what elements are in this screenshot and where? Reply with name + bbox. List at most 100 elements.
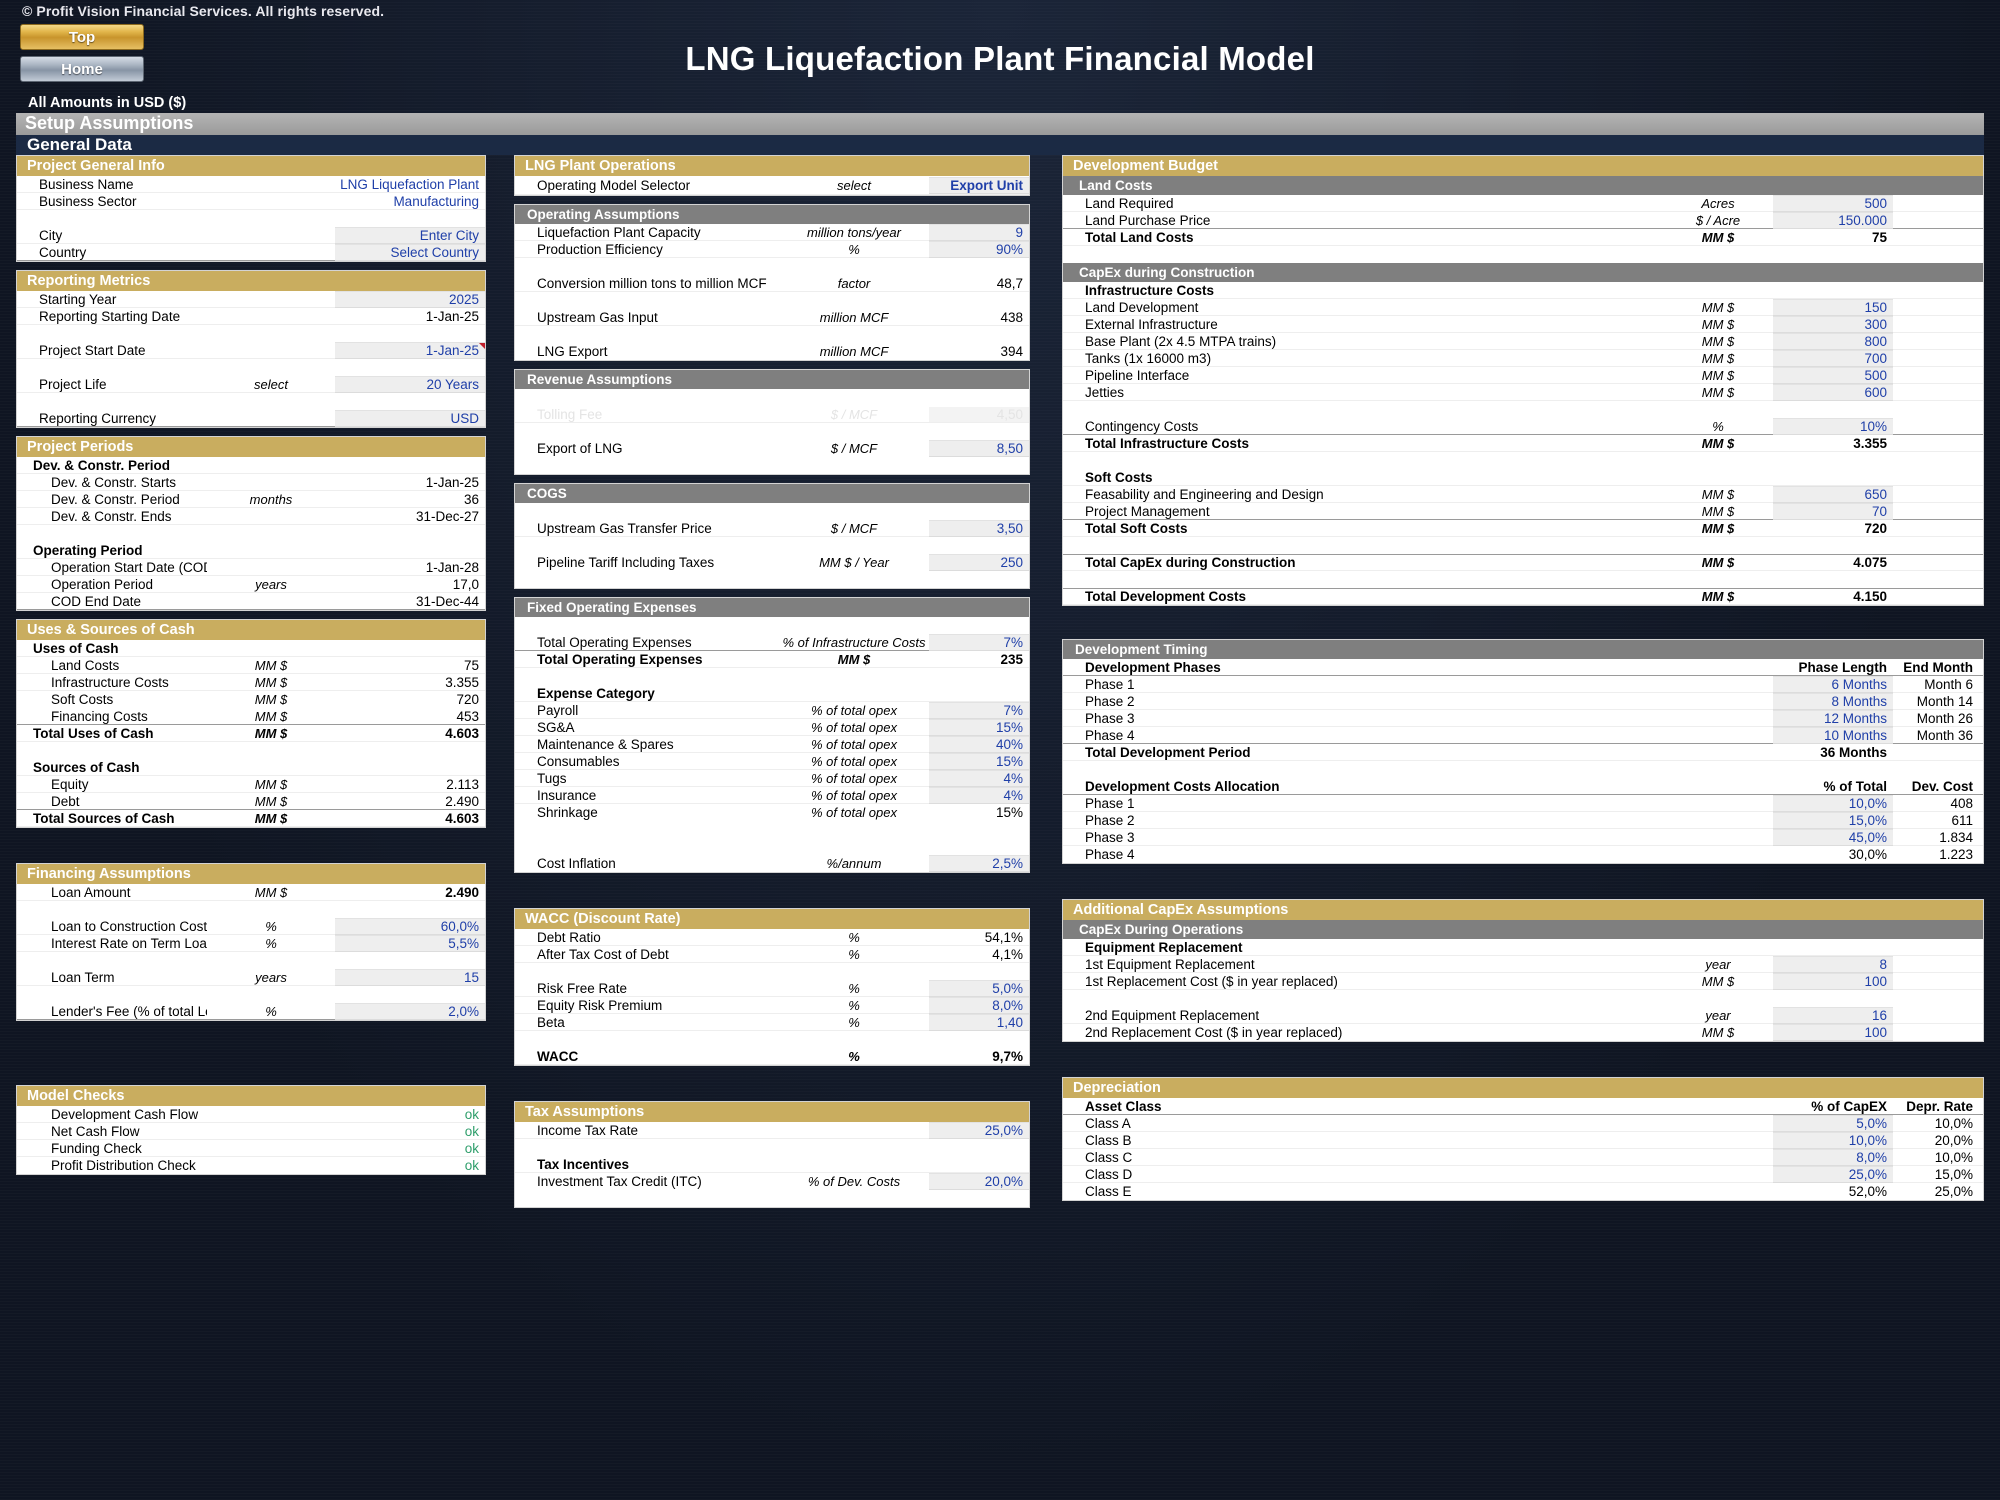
base-plant-input[interactable]: 800 — [1773, 333, 1893, 350]
starting-year-input[interactable]: 2025 — [335, 291, 485, 308]
row-unit: years — [207, 970, 335, 985]
plant-capacity-input[interactable]: 9 — [929, 224, 1029, 241]
row-label: Dev. & Constr. Starts — [17, 475, 207, 490]
row-label: Consumables — [515, 754, 779, 769]
phase3-length-input[interactable]: 12 Months — [1773, 710, 1893, 727]
project-life-select[interactable]: 20 Years — [335, 376, 485, 393]
operating-model-selector[interactable]: Export Unit — [929, 177, 1029, 194]
section-header: Operating Assumptions — [515, 205, 1029, 224]
class-a-rate[interactable]: 10,0% — [1893, 1116, 1983, 1131]
table-row: Upstream Gas Input million MCF 438 — [515, 309, 1029, 326]
table-row: Land Purchase Price $ / Acre 150.000 — [1063, 212, 1983, 229]
table-row: Country Select Country — [17, 244, 485, 261]
gas-transfer-price-input[interactable]: 3,50 — [929, 520, 1029, 537]
section-header: Revenue Assumptions — [515, 370, 1029, 389]
phase1-length-input[interactable]: 6 Months — [1773, 676, 1893, 693]
phase2-pct-input[interactable]: 15,0% — [1773, 812, 1893, 829]
row-label: Class D — [1063, 1167, 1663, 1182]
table-row: Feasability and Engineering and Design M… — [1063, 486, 1983, 503]
table-row: Equity MM $ 2.113 — [17, 776, 485, 793]
beta-input[interactable]: 1,40 — [929, 1014, 1029, 1031]
total-opex-pct-input[interactable]: 7% — [929, 634, 1029, 651]
loan-term-input[interactable]: 15 — [335, 969, 485, 986]
section-subheader: CapEx During Operations — [1063, 920, 1983, 939]
income-tax-rate-input[interactable]: 25,0% — [929, 1122, 1029, 1139]
row-label: Risk Free Rate — [515, 981, 779, 996]
consumables-pct-input[interactable]: 15% — [929, 753, 1029, 770]
insurance-pct-input[interactable]: 4% — [929, 787, 1029, 804]
phase2-length-input[interactable]: 8 Months — [1773, 693, 1893, 710]
column-header: Asset Class — [1063, 1099, 1663, 1114]
phase4-pct: 30,0% — [1773, 847, 1893, 862]
loan-to-construction-input[interactable]: 60,0% — [335, 918, 485, 935]
class-e-rate[interactable]: 25,0% — [1893, 1184, 1983, 1199]
row-label: Debt — [17, 794, 207, 809]
table-row: Operation Period years 17,0 — [17, 576, 485, 593]
spacer-row — [515, 292, 1029, 309]
table-row: Tanks (1x 16000 m3) MM $ 700 — [1063, 350, 1983, 367]
reporting-currency-select[interactable]: USD — [335, 410, 485, 427]
row-label: After Tax Cost of Debt — [515, 947, 779, 962]
sga-pct-input[interactable]: 15% — [929, 719, 1029, 736]
export-lng-price-input[interactable]: 8,50 — [929, 440, 1029, 457]
row-label: External Infrastructure — [1063, 317, 1663, 332]
table-row: Contingency Costs % 10% — [1063, 418, 1983, 435]
row-value: 31-Dec-44 — [335, 594, 485, 609]
project-management-input[interactable]: 70 — [1773, 503, 1893, 520]
itc-input[interactable]: 20,0% — [929, 1173, 1029, 1190]
table-row: Soft Costs MM $ 720 — [17, 691, 485, 708]
row-unit: MM $ — [1663, 487, 1773, 502]
land-development-input[interactable]: 150 — [1773, 299, 1893, 316]
pipeline-interface-input[interactable]: 500 — [1773, 367, 1893, 384]
class-c-pct-input[interactable]: 8,0% — [1773, 1149, 1893, 1166]
production-efficiency-input[interactable]: 90% — [929, 241, 1029, 258]
row-label: Land Purchase Price — [1063, 213, 1663, 228]
class-b-pct-input[interactable]: 10,0% — [1773, 1132, 1893, 1149]
cost-inflation-input[interactable]: 2,5% — [929, 855, 1029, 872]
tanks-input[interactable]: 700 — [1773, 350, 1893, 367]
row-unit: MM $ — [207, 726, 335, 741]
payroll-pct-input[interactable]: 7% — [929, 702, 1029, 719]
class-c-rate[interactable]: 10,0% — [1893, 1150, 1983, 1165]
class-d-rate[interactable]: 15,0% — [1893, 1167, 1983, 1182]
tugs-pct-input[interactable]: 4% — [929, 770, 1029, 787]
copyright-notice: © Profit Vision Financial Services. All … — [22, 3, 384, 19]
class-a-pct-input[interactable]: 5,0% — [1773, 1115, 1893, 1132]
land-purchase-price-input[interactable]: 150.000 — [1773, 212, 1893, 229]
jetties-input[interactable]: 600 — [1773, 384, 1893, 401]
phase3-pct-input[interactable]: 45,0% — [1773, 829, 1893, 846]
row-label: Project Management — [1063, 504, 1663, 519]
lenders-fee-input[interactable]: 2,0% — [335, 1003, 485, 1020]
maintenance-pct-input[interactable]: 40% — [929, 736, 1029, 753]
class-b-rate[interactable]: 20,0% — [1893, 1133, 1983, 1148]
spacer-row — [17, 901, 485, 918]
phase1-pct-input[interactable]: 10,0% — [1773, 795, 1893, 812]
first-equipment-replacement-input[interactable]: 8 — [1773, 956, 1893, 973]
interest-rate-input[interactable]: 5,5% — [335, 935, 485, 952]
row-label: Development Cash Flow — [17, 1107, 207, 1122]
row-label: Dev. & Constr. Period — [17, 492, 207, 507]
equity-risk-premium-input[interactable]: 8,0% — [929, 997, 1029, 1014]
row-unit: MM $ — [779, 652, 929, 667]
table-row: Cost Inflation %/annum 2,5% — [515, 855, 1029, 872]
column-header: Depr. Rate — [1893, 1099, 1983, 1114]
row-label: Income Tax Rate — [515, 1123, 779, 1138]
risk-free-rate-input[interactable]: 5,0% — [929, 980, 1029, 997]
feasibility-engineering-input[interactable]: 650 — [1773, 486, 1893, 503]
tolling-fee-input[interactable]: 4,50 — [929, 407, 1029, 422]
country-input[interactable]: Select Country — [335, 244, 485, 261]
class-d-pct-input[interactable]: 25,0% — [1773, 1166, 1893, 1183]
first-replacement-cost-input[interactable]: 100 — [1773, 973, 1893, 990]
project-start-date-input[interactable]: 1-Jan-25 — [335, 342, 485, 359]
section-subheader: Land Costs — [1063, 176, 1983, 195]
land-required-input[interactable]: 500 — [1773, 195, 1893, 212]
second-equipment-replacement-input[interactable]: 16 — [1773, 1007, 1893, 1024]
row-label: Loan Term — [17, 970, 207, 985]
city-input[interactable]: Enter City — [335, 227, 485, 244]
second-replacement-cost-input[interactable]: 100 — [1773, 1024, 1893, 1041]
pipeline-tariff-input[interactable]: 250 — [929, 554, 1029, 571]
phase4-length-input[interactable]: 10 Months — [1773, 727, 1893, 744]
contingency-input[interactable]: 10% — [1773, 418, 1893, 435]
table-row: Operation Start Date (COD) 1-Jan-28 — [17, 559, 485, 576]
external-infrastructure-input[interactable]: 300 — [1773, 316, 1893, 333]
